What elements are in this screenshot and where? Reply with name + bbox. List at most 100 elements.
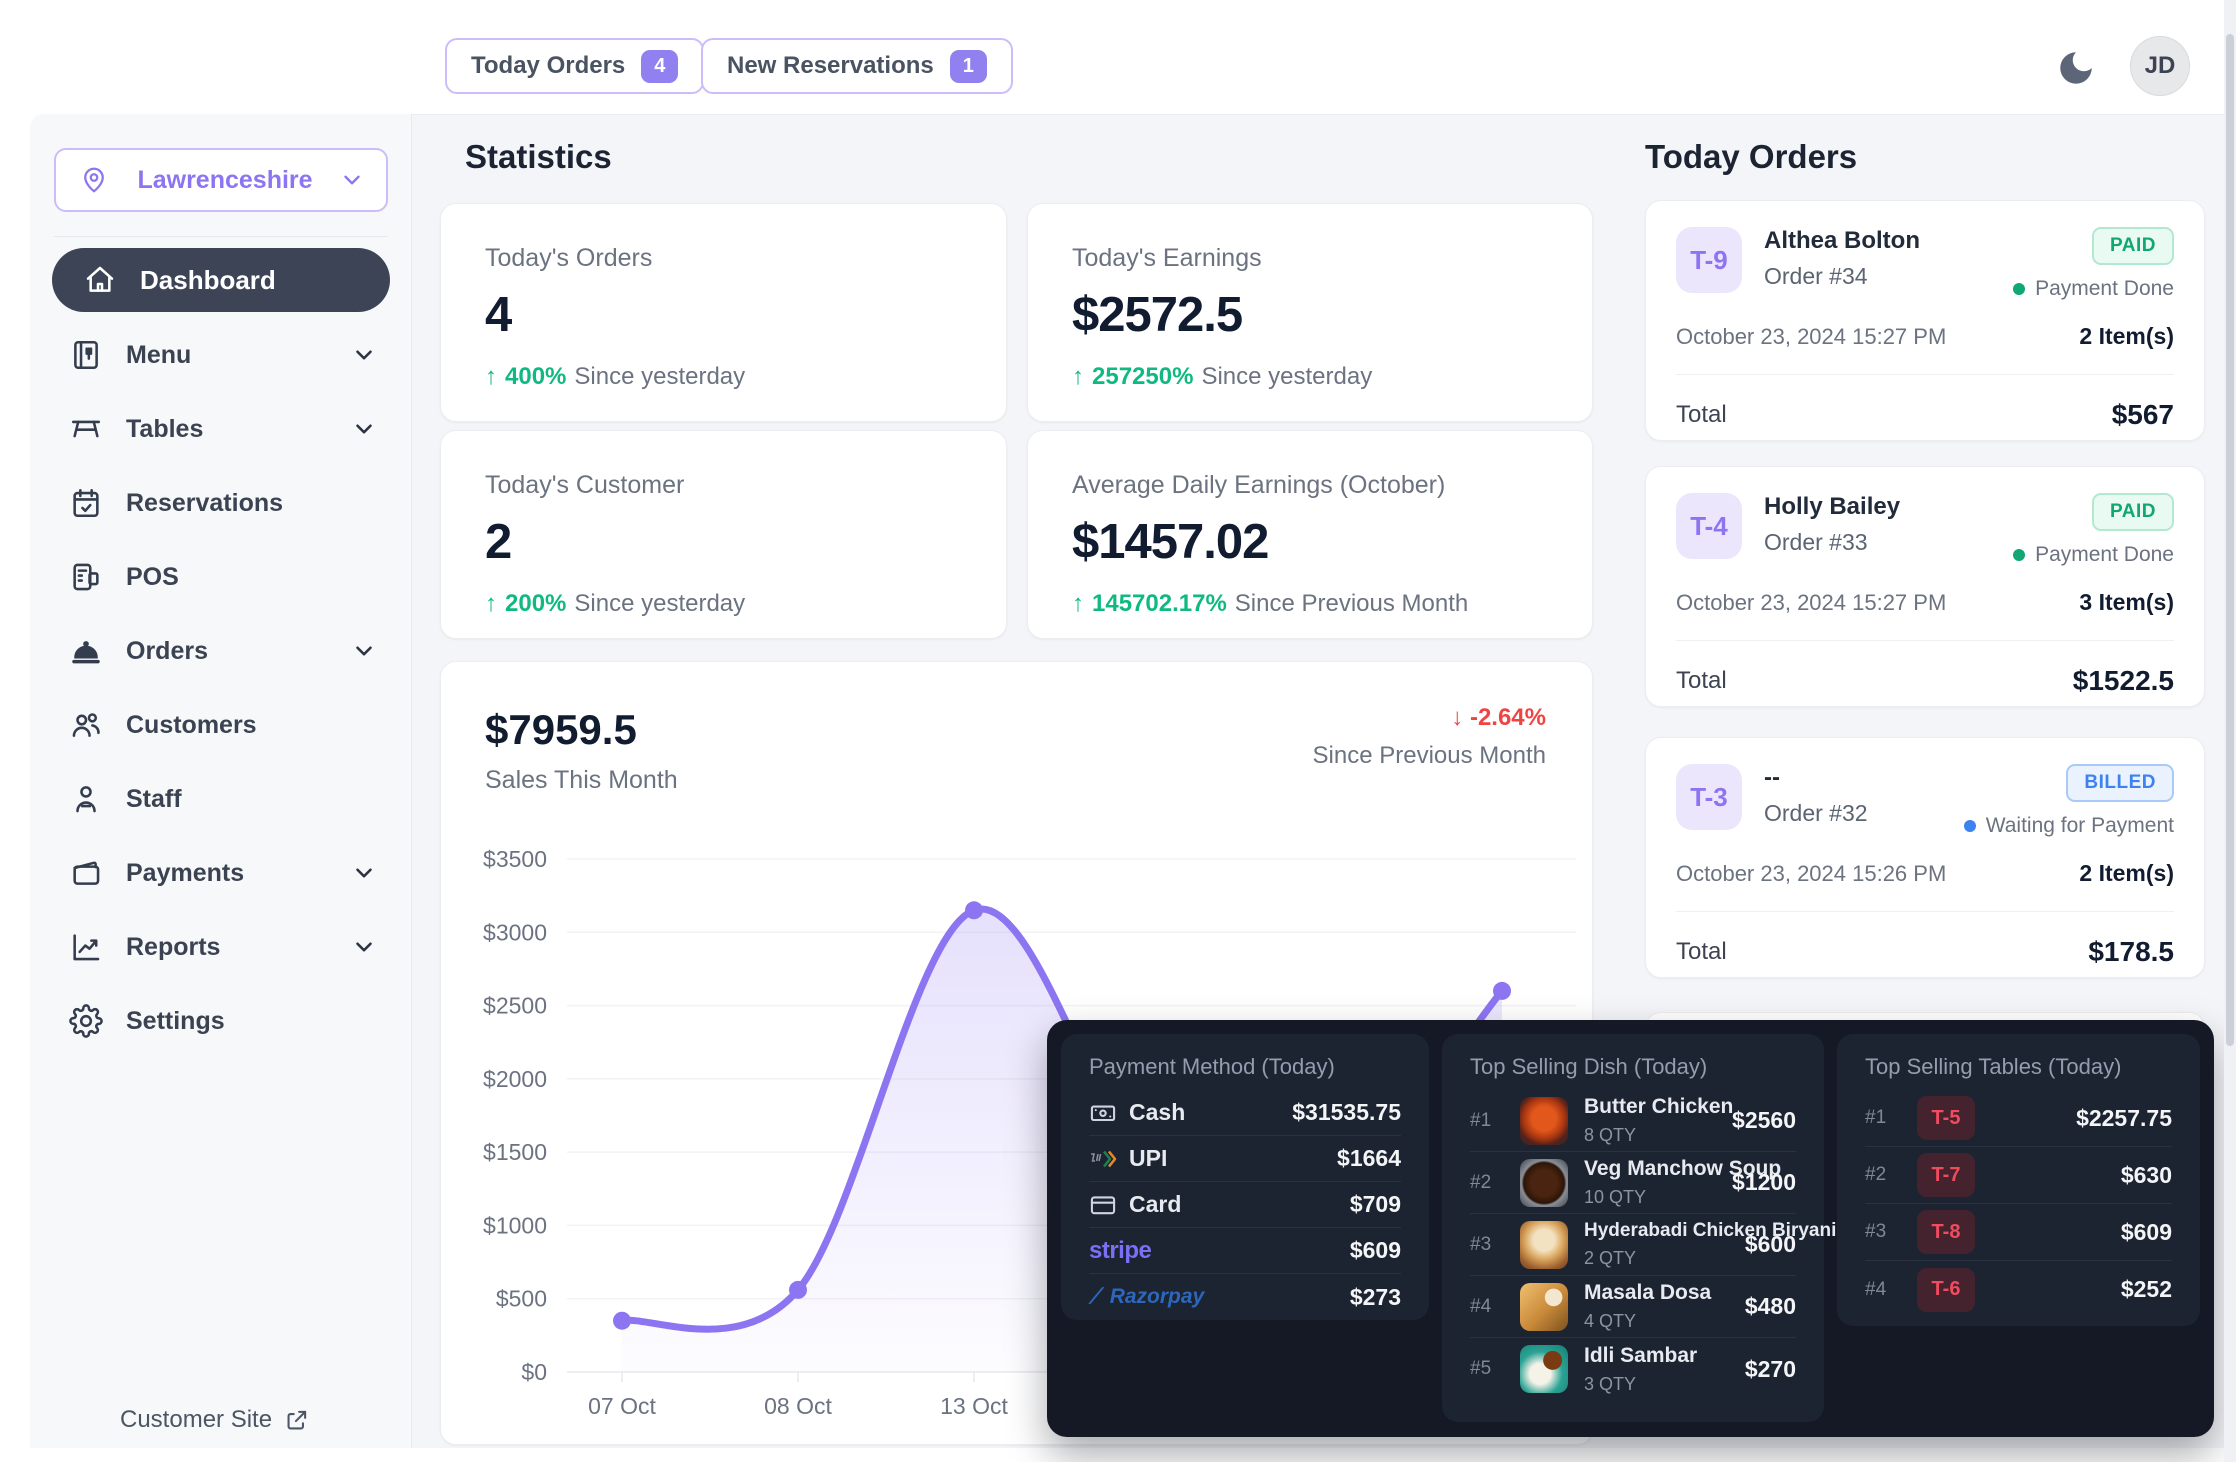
sidebar-item-reservations[interactable]: Reservations (52, 466, 390, 540)
dish-row: #2 Veg Manchow Soup 10 QTY $1200 (1470, 1152, 1796, 1214)
stat-label: Average Daily Earnings (October) (1072, 471, 1548, 500)
table-amount: $609 (2121, 1219, 2172, 1246)
status-badge: PAID (2092, 493, 2174, 531)
stat-value: $1457.02 (1072, 514, 1548, 570)
top-selling-tables-panel: Top Selling Tables (Today) #1 T-5 $2257.… (1837, 1034, 2200, 1326)
table-amount: $2257.75 (2076, 1105, 2172, 1132)
table-sales-row: #4 T-6 $252 (1865, 1261, 2172, 1318)
svg-text:$2000: $2000 (483, 1066, 547, 1092)
upi-logo-icon (1089, 1150, 1129, 1168)
sidebar-item-label: Reservations (126, 489, 378, 518)
wallet-icon (68, 855, 104, 891)
dish-row: #3 Hyderabadi Chicken Biryani 2 QTY $600 (1470, 1214, 1796, 1276)
order-total-value: $178.5 (2088, 936, 2174, 968)
payment-status-dot (2013, 283, 2025, 295)
order-number: Order #33 (1764, 529, 2013, 556)
new-reservations-button-label: New Reservations (727, 52, 934, 80)
order-number: Order #32 (1764, 800, 1964, 827)
dish-qty: 10 QTY (1584, 1187, 1716, 1208)
order-card[interactable]: T-3 -- Order #32 BILLED Waiting for Paym… (1645, 737, 2205, 978)
dish-photo (1520, 1221, 1568, 1269)
sidebar-item-label: Orders (126, 637, 328, 666)
location-selector[interactable]: Lawrenceshire (54, 148, 388, 212)
stat-label: Today's Earnings (1072, 244, 1548, 273)
sidebar-item-orders[interactable]: Orders (52, 614, 390, 688)
sidebar-item-pos[interactable]: POS (52, 540, 390, 614)
sidebar-item-label: Dashboard (140, 265, 276, 296)
table-rank: #4 (1865, 1279, 1899, 1301)
table-badge: T-4 (1676, 493, 1742, 559)
order-card[interactable]: T-9 Althea Bolton Order #34 PAID Payment… (1645, 200, 2205, 441)
stat-delta-note: Since yesterday (574, 363, 745, 391)
payment-method-row: Card $709 (1089, 1182, 1401, 1228)
gear-icon (68, 1003, 104, 1039)
order-customer: Althea Bolton (1764, 227, 2013, 255)
table-amount: $252 (2121, 1276, 2172, 1303)
sidebar-item-label: POS (126, 563, 378, 592)
scrollbar-thumb[interactable] (2226, 34, 2234, 1046)
dish-amount: $1200 (1732, 1169, 1796, 1196)
statistics-title: Statistics (465, 138, 612, 176)
customer-site-label: Customer Site (120, 1406, 272, 1434)
razorpay-logo: Razorpay (1110, 1285, 1205, 1308)
order-items-count: 2 Item(s) (2079, 860, 2174, 887)
table-sales-row: #1 T-5 $2257.75 (1865, 1090, 2172, 1147)
customer-site-link[interactable]: Customer Site (120, 1406, 310, 1434)
sidebar-item-menu[interactable]: Menu (52, 318, 390, 392)
chevron-down-icon (350, 341, 378, 369)
pos-terminal-icon (68, 559, 104, 595)
status-badge: BILLED (2066, 764, 2174, 802)
payment-status-text: Waiting for Payment (1986, 814, 2174, 838)
sidebar-item-settings[interactable]: Settings (52, 984, 390, 1058)
table-badge: T-6 (1917, 1268, 1975, 1312)
chart-report-icon (68, 929, 104, 965)
divider (1676, 640, 2174, 641)
chevron-down-icon (350, 637, 378, 665)
stat-delta-percent: 145702.17% (1092, 590, 1227, 618)
insights-overlay: Payment Method (Today) Cash $31535.75 UP… (1047, 1020, 2214, 1437)
sidebar-item-customers[interactable]: Customers (52, 688, 390, 762)
sidebar-item-label: Menu (126, 341, 328, 370)
map-pin-icon (76, 162, 112, 198)
sidebar-item-reports[interactable]: Reports (52, 910, 390, 984)
dish-rank: #1 (1470, 1110, 1504, 1132)
sidebar-item-dashboard[interactable]: Dashboard (52, 248, 390, 312)
staff-person-icon (68, 781, 104, 817)
dark-mode-toggle[interactable] (2052, 44, 2100, 92)
sidebar-item-tables[interactable]: Tables (52, 392, 390, 466)
payment-method-row: Cash $31535.75 (1089, 1090, 1401, 1136)
avatar[interactable]: JD (2130, 36, 2190, 96)
svg-text:$1500: $1500 (483, 1139, 547, 1165)
order-total-label: Total (1676, 667, 1727, 695)
new-reservations-button[interactable]: New Reservations 1 (701, 38, 1013, 94)
arrow-up-icon: ↑ (485, 590, 497, 618)
order-total-label: Total (1676, 938, 1727, 966)
dish-name: Idli Sambar (1584, 1344, 1729, 1368)
table-badge: T-9 (1676, 227, 1742, 293)
stat-value: $2572.5 (1072, 287, 1548, 343)
sidebar-item-payments[interactable]: Payments (52, 836, 390, 910)
order-datetime: October 23, 2024 15:27 PM (1676, 324, 1946, 350)
dish-name: Veg Manchow Soup (1584, 1157, 1716, 1181)
sales-delta-percent: -2.64% (1470, 704, 1546, 731)
svg-text:13 Oct: 13 Oct (940, 1393, 1008, 1419)
stat-delta-note: Since yesterday (1201, 363, 1372, 391)
payment-method-row: UPI $1664 (1089, 1136, 1401, 1182)
dish-amount: $600 (1745, 1231, 1796, 1258)
stat-value: 2 (485, 514, 962, 570)
menu-book-icon (68, 337, 104, 373)
top-selling-dish-title: Top Selling Dish (Today) (1470, 1054, 1796, 1080)
stat-card-average-daily-earnings: Average Daily Earnings (October) $1457.0… (1027, 430, 1593, 639)
stat-delta-percent: 200% (505, 590, 566, 618)
table-badge: T-8 (1917, 1210, 1975, 1254)
sidebar-item-staff[interactable]: Staff (52, 762, 390, 836)
avatar-initials: JD (2145, 52, 2176, 80)
payment-method-amount: $31535.75 (1292, 1099, 1401, 1126)
order-card[interactable]: T-4 Holly Bailey Order #33 PAID Payment … (1645, 466, 2205, 707)
dish-row: #4 Masala Dosa 4 QTY $480 (1470, 1276, 1796, 1338)
today-orders-button[interactable]: Today Orders 4 (445, 38, 704, 94)
dish-photo (1520, 1159, 1568, 1207)
dish-amount: $270 (1745, 1356, 1796, 1383)
calendar-check-icon (68, 485, 104, 521)
payment-status-text: Payment Done (2035, 543, 2174, 567)
